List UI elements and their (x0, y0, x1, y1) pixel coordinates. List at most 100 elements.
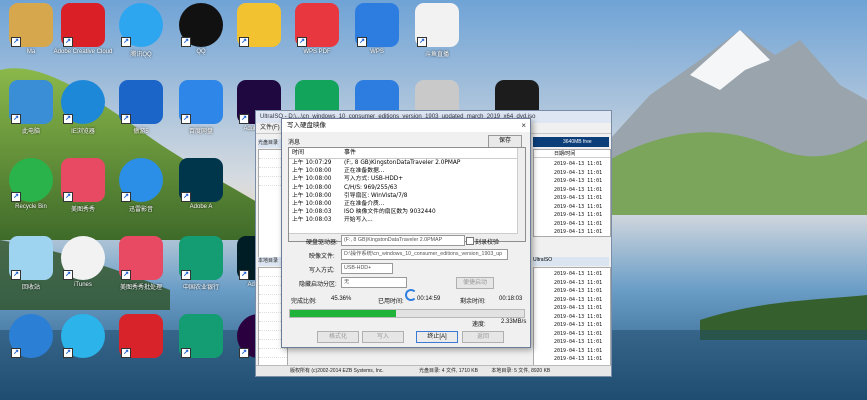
desktop-shortcut[interactable]: ↗ 美图秀秀批处理 (114, 236, 168, 291)
desktop-shortcut[interactable]: ↗ WPS (350, 3, 404, 55)
progress-fill (290, 310, 397, 317)
log-header-time[interactable]: 时间 (289, 148, 344, 158)
desktop-shortcut[interactable]: ↗ 斗鱼直播 (410, 3, 464, 58)
shortcut-arrow-icon: ↗ (121, 37, 131, 47)
status-bar: 版权所有 (c)2002-2014 EZB Systems, Inc. 光盘目录… (256, 365, 611, 376)
log-row[interactable]: 上午 10:08:03 ISO 映像文件的扇区数为 9032440 (289, 208, 525, 216)
disc-file-list[interactable]: 日期/时间 2019-04-13 11:01 2019-04-13 11:01 20… (533, 149, 611, 237)
remaining-label: 剩余时间: (460, 299, 486, 305)
desktop-shortcut[interactable]: ↗ (4, 314, 58, 360)
qq-icon: ↗ (179, 3, 223, 47)
write-progress-bar (289, 309, 525, 318)
shortcut-arrow-icon: ↗ (63, 114, 73, 124)
format-button[interactable]: 格式化 (317, 331, 359, 343)
shortcut-arrow-icon: ↗ (121, 114, 131, 124)
desktop-shortcut[interactable]: ↗ (114, 314, 168, 360)
desktop-shortcut[interactable]: ↗ 中国农业银行 (174, 236, 228, 291)
log-row[interactable]: 上午 10:08:00 引导扇区: WinVista/7/8 (289, 192, 525, 200)
desktop-shortcut[interactable]: ↗ QQ (174, 3, 228, 55)
log-row[interactable]: 上午 10:08:00 写入方式: USB-HDD+ (289, 175, 525, 183)
desktop-shortcut[interactable]: ↗ 傲游5 (114, 80, 168, 135)
file-date: 2019-04-13 11:01 (554, 356, 603, 362)
log-event: ISO 映像文件的扇区数为 9032440 (344, 209, 436, 216)
file-date: 2019-04-13 11:01 (554, 271, 603, 277)
file-date: 2019-04-13 11:01 (554, 169, 603, 176)
shortcut-arrow-icon: ↗ (357, 37, 367, 47)
desktop-shortcut[interactable]: ↗ iTunes (56, 236, 110, 288)
back-button[interactable]: 返回 (462, 331, 504, 343)
file-date: 2019-04-13 11:01 (554, 288, 603, 294)
log-row[interactable]: 上午 10:08:00 正在准备介质... (289, 200, 525, 208)
dialog-title: 写入硬盘映像 (287, 122, 326, 129)
desktop-shortcut[interactable]: ↗ Adobe A (174, 158, 228, 210)
meitu-icon: ↗ (61, 158, 105, 202)
edge-icon: ↗ (9, 314, 53, 358)
xboot-button[interactable]: 便捷启动 (456, 277, 494, 289)
desktop-shortcut[interactable]: ↗ WPS PDF (290, 3, 344, 55)
image-file-input[interactable]: D:\操作系统\cn_windows_10_consumer_editions_… (341, 249, 508, 260)
folder-icon: ↗ (9, 3, 53, 47)
log-vertical-scrollbar[interactable] (517, 148, 525, 241)
desktop-shortcut[interactable]: ↗ 百度网盘 (174, 80, 228, 135)
desktop-shortcut[interactable]: ↗ 回收站 (4, 236, 58, 291)
log-header-event[interactable]: 事件 (344, 148, 356, 158)
desktop-shortcut[interactable]: ↗ 迅雷影音 (114, 158, 168, 213)
desktop-shortcut[interactable]: ↗ Recycle Bin (4, 158, 58, 210)
speed-value: 2.33MB/s (501, 319, 527, 325)
log-row[interactable]: 上午 10:08:03 开始写入... (289, 216, 525, 224)
message-log[interactable]: 时间 事件 上午 10:07:29 (F:, 8 GB)KingstonDataT… (288, 147, 526, 242)
shortcut-arrow-icon: ↗ (11, 114, 21, 124)
adobe-cc-icon: ↗ (61, 3, 105, 47)
write-disk-image-dialog[interactable]: 写入硬盘映像 × 消息 保存 时间 事件 上午 10:07:29 (F:, 8 G… (281, 118, 531, 348)
shortcut-arrow-icon: ↗ (63, 270, 73, 280)
file-date: 2019-04-13 11:01 (554, 212, 603, 218)
desktop-shortcut-label: 傲游5 (133, 129, 149, 135)
file-date: 2019-04-13 11:01 (554, 330, 603, 337)
desktop-shortcut[interactable]: ↗ Ma (4, 3, 58, 55)
desktop-shortcut[interactable]: ↗ IE浏览器 (56, 80, 110, 135)
itunes-icon: ↗ (61, 236, 105, 280)
shortcut-arrow-icon: ↗ (11, 192, 21, 202)
verify-label: 刻录校验 (475, 240, 500, 246)
hide-partition-label: 隐藏启动分区: (299, 282, 337, 288)
play-icon: ↗ (119, 158, 163, 202)
desktop-shortcut[interactable]: ↗ (232, 3, 286, 49)
desktop-shortcut[interactable]: ↗ 腾讯QQ (114, 3, 168, 58)
hide-partition-select[interactable]: 无 (341, 277, 407, 288)
desktop-shortcut-label: iTunes (74, 282, 92, 288)
desktop-shortcut-label: 百度网盘 (188, 129, 213, 135)
log-event: 正在准备介质... (344, 201, 385, 208)
desktop-shortcut-label: 回收站 (21, 285, 40, 291)
shortcut-arrow-icon: ↗ (121, 192, 131, 202)
file-date: 2019-04-13 11:01 (554, 347, 603, 354)
close-icon[interactable]: × (521, 119, 526, 132)
desktop-shortcut[interactable]: ↗ Adobe Creative Cloud (54, 3, 112, 55)
log-row[interactable]: 上午 10:08:00 C/H/S: 969/255/63 (289, 184, 525, 192)
dialog-titlebar[interactable]: 写入硬盘映像 × (282, 119, 530, 132)
write-button[interactable]: 写入 (362, 331, 404, 343)
maxthon-icon: ↗ (119, 80, 163, 124)
desktop-shortcut[interactable]: ↗ 美图秀秀 (56, 158, 110, 213)
date-column-header[interactable]: 日期/时间 (534, 150, 610, 158)
file-date: 2019-04-13 11:01 (554, 178, 603, 184)
qq-browser-icon: ↗ (61, 314, 105, 358)
status-disc: 光盘目录: 4 文件, 1710 KB (419, 368, 478, 374)
log-row[interactable]: 上午 10:08:00 正在准备数据... (289, 167, 525, 175)
desktop-shortcut-label: Adobe A (189, 204, 213, 210)
stop-button[interactable]: 终止[A] (416, 331, 458, 343)
local-file-list[interactable]: 2019-04-13 11:01 2019-04-13 11:01 2019-04-… (533, 267, 611, 369)
desktop-shortcut[interactable]: ↗ (56, 314, 110, 360)
file-date: 2019-04-13 11:01 (554, 296, 603, 303)
drive-select[interactable]: (F:, 8 GB)KingstonDataTraveler 2.0PMAP (341, 235, 465, 246)
desktop-shortcut-label: WPS PDF (303, 49, 331, 55)
desktop-shortcut-label: QQ (196, 49, 206, 55)
shortcut-arrow-icon: ↗ (181, 37, 191, 47)
write-method-select[interactable]: USB-HDD+ (341, 263, 393, 274)
verify-checkbox[interactable] (466, 237, 474, 245)
desktop-shortcut[interactable]: ↗ (174, 314, 228, 360)
ie-icon: ↗ (61, 80, 105, 124)
desktop-shortcut-label: IE浏览器 (71, 129, 95, 135)
log-row[interactable]: 上午 10:07:29 (F:, 8 GB)KingstonDataTravele… (289, 159, 525, 167)
meitu-batch-icon: ↗ (119, 236, 163, 280)
desktop-shortcut[interactable]: ↗ 此电脑 (4, 80, 58, 135)
